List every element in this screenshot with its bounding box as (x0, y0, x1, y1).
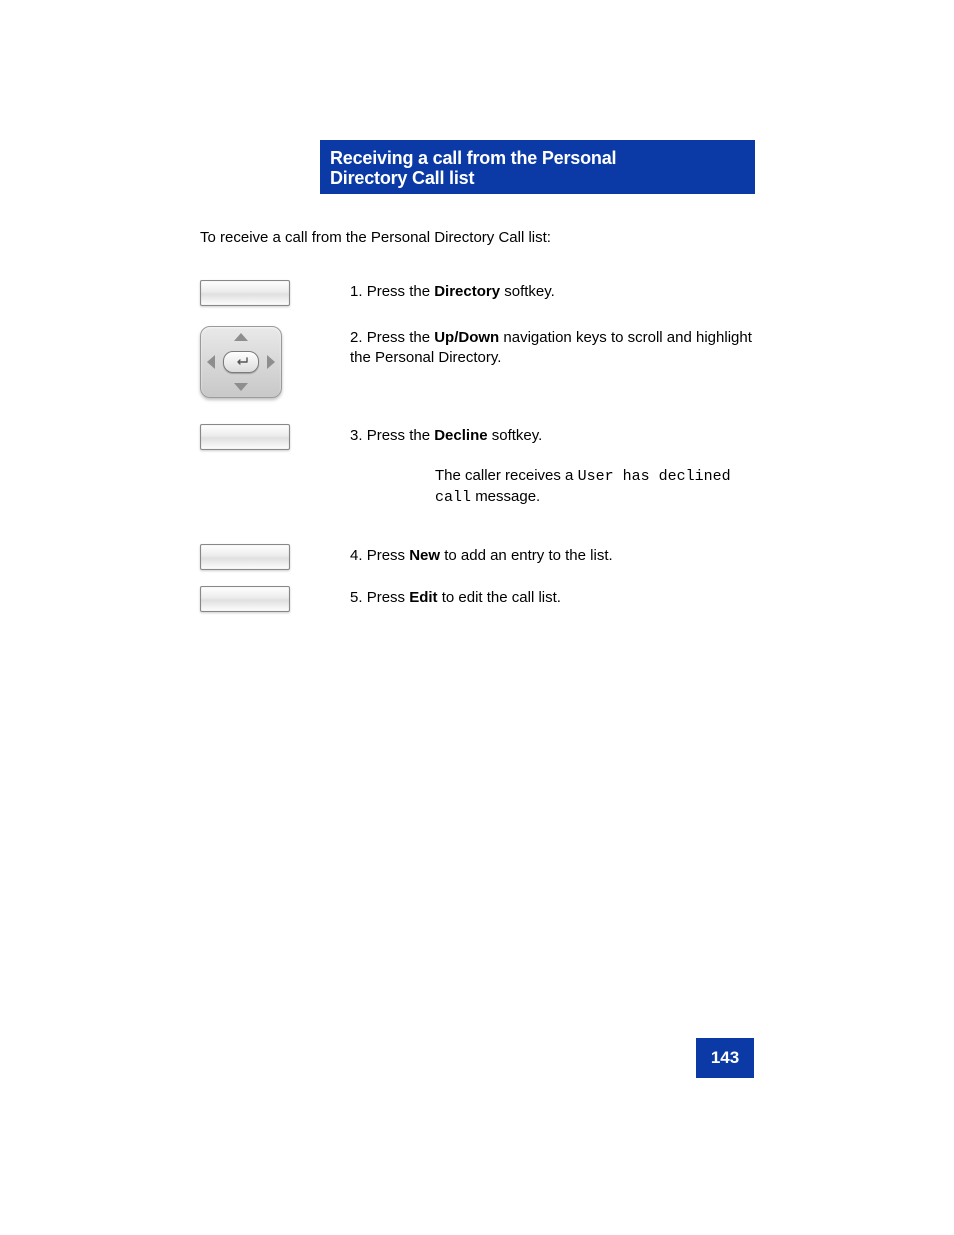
step-4-pre: Press (367, 547, 410, 564)
step-3-label: Decline (434, 427, 487, 444)
step-1-num: 1. (350, 283, 363, 300)
step-5-label: Edit (409, 589, 437, 606)
step-1-pre: Press the (367, 283, 435, 300)
step-2-icon-cell (200, 326, 350, 398)
nav-right-icon (267, 355, 275, 369)
step-2-pre: Press the (367, 329, 435, 346)
step-3-post: softkey. (492, 427, 543, 444)
step-2-text: 2. Press the Up/Down navigation keys to … (350, 326, 755, 368)
step-1-label: Directory (434, 283, 500, 300)
step-5-icon-cell (200, 586, 350, 612)
step-4-post: to add an entry to the list. (444, 547, 612, 564)
section-header: Receiving a call from the Personal Direc… (320, 140, 755, 194)
steps-list: 1. Press the Directory softkey. (200, 280, 755, 632)
step-3-num: 3. (350, 427, 363, 444)
step-3-pre: Press the (367, 427, 435, 444)
softkey-icon (200, 586, 290, 612)
step-4-icon-cell (200, 544, 350, 570)
softkey-icon (200, 424, 290, 450)
step-4: 4. Press New to add an entry to the list… (200, 544, 755, 570)
nav-enter-icon (223, 351, 259, 373)
step-5-pre: Press (367, 589, 410, 606)
step-4-num: 4. (350, 547, 363, 564)
step-1-text: 1. Press the Directory softkey. (350, 280, 755, 302)
decline-post: message. (475, 488, 540, 505)
header-line-2: Directory Call list (330, 168, 755, 188)
nav-left-icon (207, 355, 215, 369)
decline-message: The caller receives a User has declined … (350, 464, 755, 508)
decline-pre: The caller receives a (435, 467, 578, 484)
step-2-num: 2. (350, 329, 363, 346)
step-5-post: to edit the call list. (442, 589, 561, 606)
softkey-icon (200, 544, 290, 570)
page-number: 143 (696, 1038, 754, 1078)
step-1-post: softkey. (504, 283, 555, 300)
decline-message-row: The caller receives a User has declined … (200, 464, 755, 508)
nav-up-icon (234, 333, 248, 341)
header-line-1: Receiving a call from the Personal (330, 148, 755, 168)
step-1-icon-cell (200, 280, 350, 306)
step-5-text: 5. Press Edit to edit the call list. (350, 586, 755, 608)
step-1: 1. Press the Directory softkey. (200, 280, 755, 306)
nav-down-icon (234, 383, 248, 391)
navigation-cluster-icon (200, 326, 282, 398)
step-2-label: Up/Down (434, 329, 499, 346)
step-4-label: New (409, 547, 440, 564)
softkey-icon (200, 280, 290, 306)
step-5-num: 5. (350, 589, 363, 606)
step-5: 5. Press Edit to edit the call list. (200, 586, 755, 612)
step-3: 3. Press the Decline softkey. (200, 424, 755, 450)
step-3-text: 3. Press the Decline softkey. (350, 424, 755, 446)
page-root: Receiving a call from the Personal Direc… (0, 0, 954, 1235)
step-4-text: 4. Press New to add an entry to the list… (350, 544, 755, 566)
intro-text: To receive a call from the Personal Dire… (200, 228, 755, 248)
step-2: 2. Press the Up/Down navigation keys to … (200, 326, 755, 398)
step-3-icon-cell (200, 424, 350, 450)
